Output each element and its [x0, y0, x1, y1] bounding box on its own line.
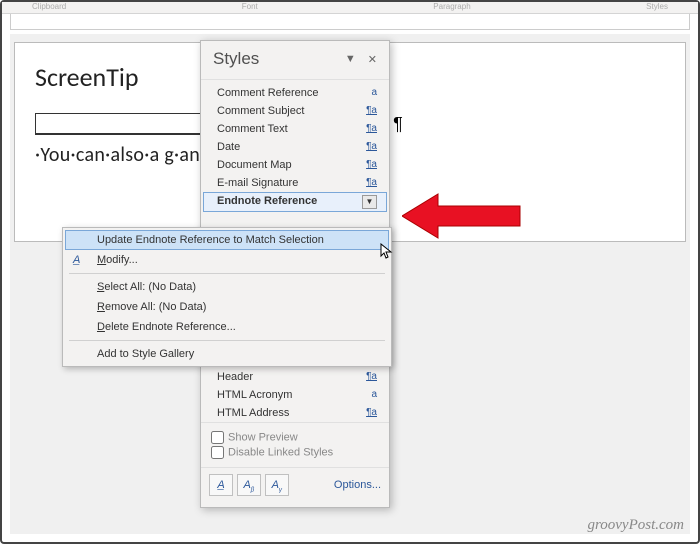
modify-icon: A̲: [73, 254, 80, 266]
styles-pane-title: Styles: [213, 49, 259, 69]
styles-footer-options: Show Preview Disable Linked Styles: [201, 422, 389, 467]
pane-options-icon[interactable]: ▼: [345, 53, 356, 66]
style-inspector-button[interactable]: Aᵦ: [237, 474, 261, 496]
style-context-menu: Update Endnote Reference to Match Select…: [62, 227, 392, 367]
styles-footer-buttons: A̲ Aᵦ Aᵧ Options...: [201, 467, 389, 502]
styles-options-link[interactable]: Options...: [334, 479, 381, 491]
menu-modify[interactable]: A̲ Modify...: [65, 250, 389, 270]
pilcrow-icon: ¶: [393, 114, 403, 135]
pane-close-icon[interactable]: ✕: [368, 53, 377, 66]
style-dropdown-icon[interactable]: ▼: [362, 195, 377, 209]
style-item-html-acronym[interactable]: HTML Acronyma: [203, 386, 387, 404]
menu-update-to-match[interactable]: Update Endnote Reference to Match Select…: [65, 230, 389, 250]
show-preview-checkbox[interactable]: Show Preview: [211, 431, 379, 444]
ribbon-section-labels: Clipboard Font Paragraph Styles: [2, 2, 698, 14]
manage-styles-button[interactable]: Aᵧ: [265, 474, 289, 496]
style-item-endnote-reference[interactable]: Endnote Reference ▼: [203, 192, 387, 212]
menu-remove-all[interactable]: Remove All: (No Data): [65, 297, 389, 317]
disable-linked-checkbox[interactable]: Disable Linked Styles: [211, 446, 379, 459]
menu-separator: [69, 340, 385, 341]
menu-delete-style[interactable]: Delete Endnote Reference...: [65, 317, 389, 337]
style-item-header[interactable]: Header¶a: [203, 368, 387, 386]
styles-pane-header: Styles ▼ ✕: [201, 41, 389, 80]
style-item-email-signature[interactable]: E-mail Signature¶a: [203, 174, 387, 192]
style-item-html-address[interactable]: HTML Address¶a: [203, 404, 387, 422]
horizontal-ruler[interactable]: [10, 14, 690, 30]
style-item-date[interactable]: Date¶a: [203, 138, 387, 156]
style-item-document-map[interactable]: Document Map¶a: [203, 156, 387, 174]
style-item-comment-text[interactable]: Comment Text¶a: [203, 120, 387, 138]
style-item-comment-subject[interactable]: Comment Subject¶a: [203, 102, 387, 120]
new-style-button[interactable]: A̲: [209, 474, 233, 496]
menu-separator: [69, 273, 385, 274]
menu-add-to-gallery[interactable]: Add to Style Gallery: [65, 344, 389, 364]
menu-select-all[interactable]: Select All: (No Data): [65, 277, 389, 297]
style-item-comment-reference[interactable]: Comment Referencea: [203, 84, 387, 102]
watermark: groovyPost.com: [587, 517, 684, 534]
